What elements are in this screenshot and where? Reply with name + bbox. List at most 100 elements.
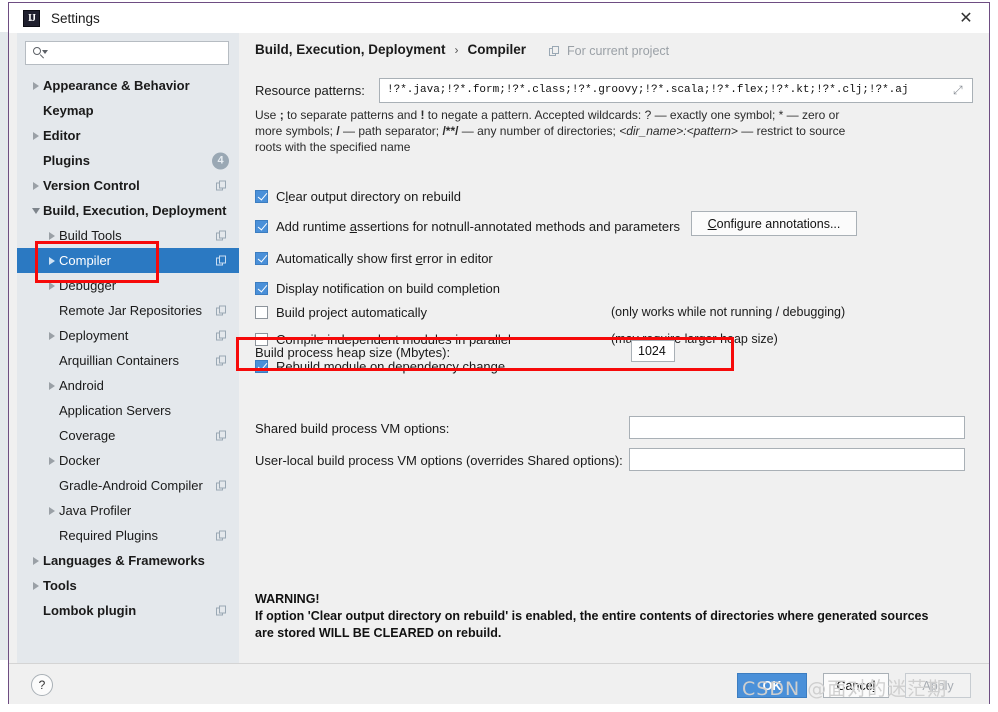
close-icon[interactable]: ✕ (943, 3, 989, 32)
chevron-right-icon (49, 507, 55, 515)
sidebar-item-java-profiler[interactable]: Java Profiler (17, 498, 239, 523)
twisty-slot[interactable] (45, 382, 59, 390)
shared-vm-options-row: Shared build process VM options: (255, 421, 449, 436)
sidebar-item-tools[interactable]: Tools (17, 573, 239, 598)
twisty-slot[interactable] (45, 282, 59, 290)
checkbox-clear-output-directory-on-rebuild[interactable] (255, 190, 268, 203)
heap-size-label: Build process heap size (Mbytes): (255, 345, 450, 360)
twisty-slot[interactable] (29, 82, 43, 90)
twisty-slot[interactable] (29, 557, 43, 565)
sidebar-item-debugger[interactable]: Debugger (17, 273, 239, 298)
sidebar-item-deployment[interactable]: Deployment (17, 323, 239, 348)
twisty-placeholder (49, 358, 55, 364)
checkbox-row-build-project-automatically[interactable]: Build project automatically (255, 302, 427, 322)
twisty-slot[interactable] (29, 208, 43, 214)
dialog-footer: ? OK Cancel Apply (9, 663, 989, 704)
userlocal-vm-options-row: User-local build process VM options (ove… (255, 453, 623, 468)
help-button[interactable]: ? (31, 674, 53, 696)
copy-settings-icon (216, 330, 227, 341)
search-input[interactable] (51, 45, 211, 61)
sidebar-item-docker[interactable]: Docker (17, 448, 239, 473)
warning-title: WARNING! (255, 591, 973, 608)
checkbox-rebuild-module-on-dependency-change[interactable] (255, 360, 268, 373)
help-frag-4: more symbols; (255, 124, 336, 138)
sidebar-item-label: Required Plugins (59, 528, 158, 543)
sidebar-item-label: Debugger (59, 278, 116, 293)
sidebar-item-required-plugins[interactable]: Required Plugins (17, 523, 239, 548)
sidebar-item-application-servers[interactable]: Application Servers (17, 398, 239, 423)
sidebar-item-label: Languages & Frameworks (43, 553, 205, 568)
sidebar-item-languages-frameworks[interactable]: Languages & Frameworks (17, 548, 239, 573)
sidebar-item-coverage[interactable]: Coverage (17, 423, 239, 448)
intellij-logo-icon: IJ (23, 10, 40, 27)
twisty-slot[interactable] (45, 457, 59, 465)
cancel-button[interactable]: Cancel (823, 673, 889, 698)
sidebar-item-keymap[interactable]: Keymap (17, 98, 239, 123)
sidebar-item-build-execution-deployment[interactable]: Build, Execution, Deployment (17, 198, 239, 223)
settings-dialog: IJ Settings ✕ Appearance & BehaviorKeyma… (8, 2, 990, 704)
checkbox-display-notification-on-build-completion[interactable] (255, 282, 268, 295)
twisty-slot[interactable] (45, 507, 59, 515)
twisty-placeholder (49, 433, 55, 439)
twisty-slot[interactable] (29, 182, 43, 190)
apply-button[interactable]: Apply (905, 673, 971, 698)
checkbox-row-automatically-show-first-error-in-editor[interactable]: Automatically show first error in editor (255, 248, 493, 268)
ok-button[interactable]: OK (737, 673, 807, 698)
sidebar-item-gradle-android-compiler[interactable]: Gradle-Android Compiler (17, 473, 239, 498)
title-bar: IJ Settings ✕ (9, 3, 989, 33)
sidebar-item-label: Application Servers (59, 403, 171, 418)
search-box[interactable] (25, 41, 229, 65)
copy-settings-icon (216, 530, 227, 541)
breadcrumb-current: Compiler (468, 42, 527, 57)
userlocal-vm-options-input[interactable] (629, 448, 965, 471)
twisty-placeholder (33, 608, 39, 614)
sidebar-item-android[interactable]: Android (17, 373, 239, 398)
sidebar-item-label: Arquillian Containers (59, 353, 179, 368)
dialog-body: Appearance & BehaviorKeymapEditorPlugins… (9, 33, 989, 663)
copy-settings-icon (216, 355, 227, 366)
configure-annotations-button[interactable]: Configure annotations... (691, 211, 857, 236)
resource-patterns-field[interactable]: !?*.java;!?*.form;!?*.class;!?*.groovy;!… (379, 78, 973, 103)
resource-patterns-help: Use ; to separate patterns and ! to nega… (255, 107, 975, 155)
sidebar-item-build-tools[interactable]: Build Tools (17, 223, 239, 248)
sidebar-item-editor[interactable]: Editor (17, 123, 239, 148)
twisty-slot (29, 108, 43, 114)
sidebar-item-label: Java Profiler (59, 503, 131, 518)
screenshot-root: IJ Settings ✕ Appearance & BehaviorKeyma… (0, 0, 998, 712)
warning-line-2: are stored WILL BE CLEARED on rebuild. (255, 625, 973, 642)
chevron-right-icon (33, 182, 39, 190)
checkbox-row-add-runtime-assertions-for-notnull-annot[interactable]: Add runtime assertions for notnull-annot… (255, 216, 680, 236)
checkbox-row-display-notification-on-build-completion[interactable]: Display notification on build completion (255, 278, 500, 298)
twisty-slot[interactable] (45, 332, 59, 340)
checkbox-add-runtime-assertions-for-notnull-annot[interactable] (255, 220, 268, 233)
chevron-right-icon (33, 582, 39, 590)
twisty-slot[interactable] (29, 582, 43, 590)
checkbox-compile-independent-modules-in-parallel[interactable] (255, 333, 268, 346)
sidebar-item-arquillian-containers[interactable]: Arquillian Containers (17, 348, 239, 373)
sidebar-item-compiler[interactable]: Compiler (17, 248, 239, 273)
checkbox-build-project-automatically[interactable] (255, 306, 268, 319)
checkbox-automatically-show-first-error-in-editor[interactable] (255, 252, 268, 265)
plugins-update-badge: 4 (212, 152, 229, 169)
expand-icon[interactable]: ⤢ (953, 84, 965, 96)
twisty-placeholder (33, 158, 39, 164)
twisty-slot[interactable] (29, 132, 43, 140)
heap-size-input[interactable]: 1024 (631, 340, 675, 362)
copy-settings-icon (216, 180, 227, 191)
sidebar-item-plugins[interactable]: Plugins4 (17, 148, 239, 173)
sidebar-item-appearance-behavior[interactable]: Appearance & Behavior (17, 73, 239, 98)
sidebar-item-remote-jar-repositories[interactable]: Remote Jar Repositories (17, 298, 239, 323)
twisty-slot[interactable] (45, 257, 59, 265)
sidebar-item-version-control[interactable]: Version Control (17, 173, 239, 198)
twisty-slot (45, 408, 59, 414)
resource-patterns-value: !?*.java;!?*.form;!?*.class;!?*.groovy;!… (387, 84, 909, 96)
shared-vm-options-input[interactable] (629, 416, 965, 439)
sidebar-item-lombok-plugin[interactable]: Lombok plugin (17, 598, 239, 623)
help-frag-7: — restrict to source (738, 124, 845, 138)
shared-vm-options-label: Shared build process VM options: (255, 421, 449, 436)
twisty-slot[interactable] (45, 232, 59, 240)
checkbox-row-clear-output-directory-on-rebuild[interactable]: Clear output directory on rebuild (255, 186, 461, 206)
breadcrumb-parent[interactable]: Build, Execution, Deployment (255, 42, 446, 57)
twisty-slot (29, 608, 43, 614)
resource-patterns-row: Resource patterns: !?*.java;!?*.form;!?*… (255, 77, 973, 103)
